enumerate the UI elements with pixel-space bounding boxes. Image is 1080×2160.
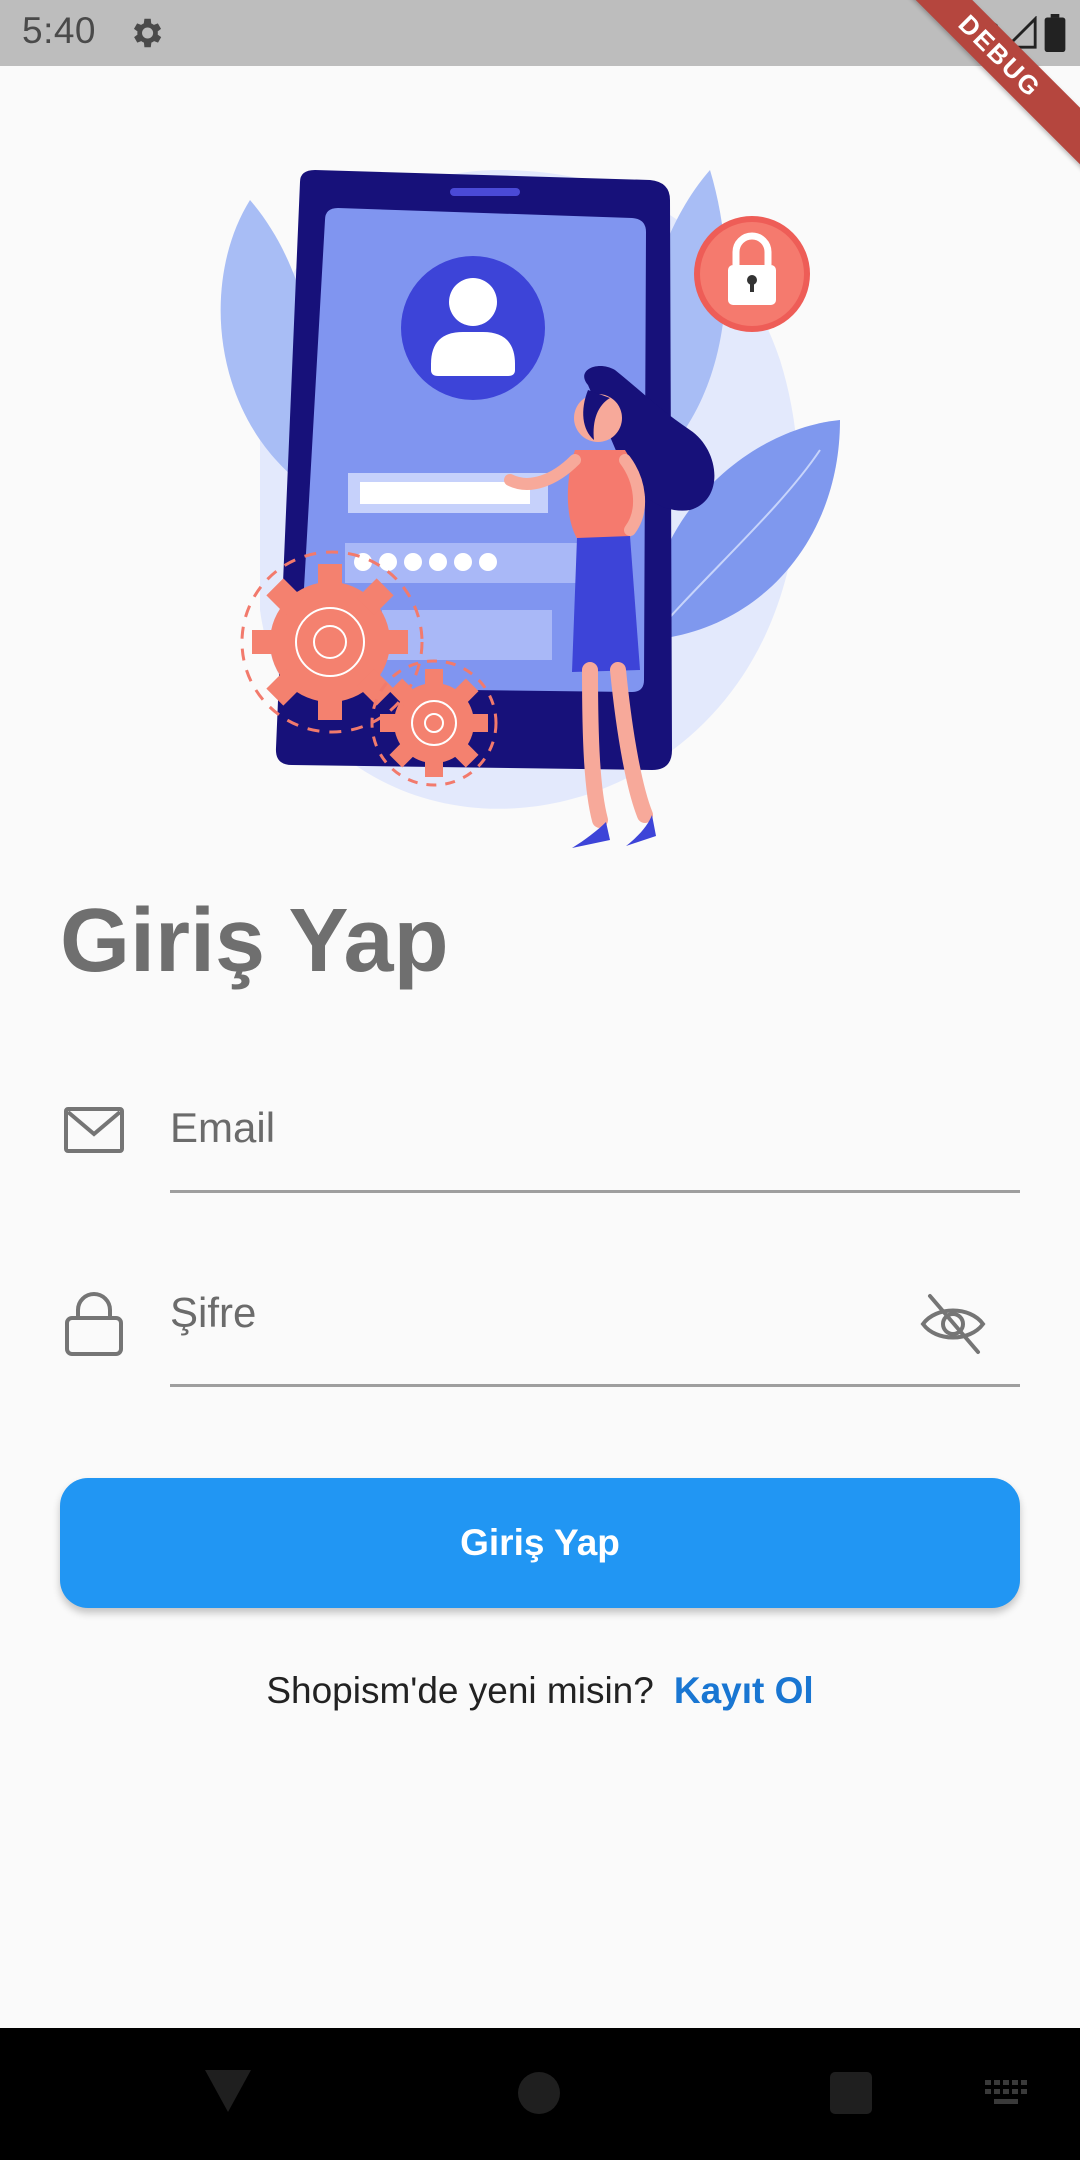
keyboard-icon[interactable] (985, 2080, 1029, 2108)
navigation-bar (0, 2028, 1080, 2160)
lock-icon (65, 1292, 123, 1356)
battery-icon (1044, 14, 1066, 52)
login-illustration (220, 170, 840, 848)
home-icon[interactable] (518, 2072, 560, 2114)
password-field[interactable] (170, 1278, 910, 1348)
register-prompt: Shopism'de yeni misin? (266, 1670, 654, 1711)
email-field[interactable] (170, 1093, 1020, 1163)
back-icon[interactable] (205, 2070, 251, 2112)
password-field-underline (170, 1384, 1020, 1387)
register-row: Shopism'de yeni misin? Kayıt Ol (0, 1670, 1080, 1712)
login-button[interactable]: Giriş Yap (60, 1478, 1020, 1608)
visibility-off-icon[interactable] (918, 1288, 988, 1358)
page-title: Giriş Yap (60, 891, 449, 991)
email-field-underline (170, 1190, 1020, 1193)
register-link[interactable]: Kayıt Ol (674, 1670, 814, 1712)
email-icon (64, 1107, 124, 1153)
settings-icon (133, 18, 162, 48)
status-bar: 5:40 DEBUG (0, 0, 1080, 170)
status-time: 5:40 (22, 10, 97, 51)
recents-icon[interactable] (830, 2072, 872, 2114)
